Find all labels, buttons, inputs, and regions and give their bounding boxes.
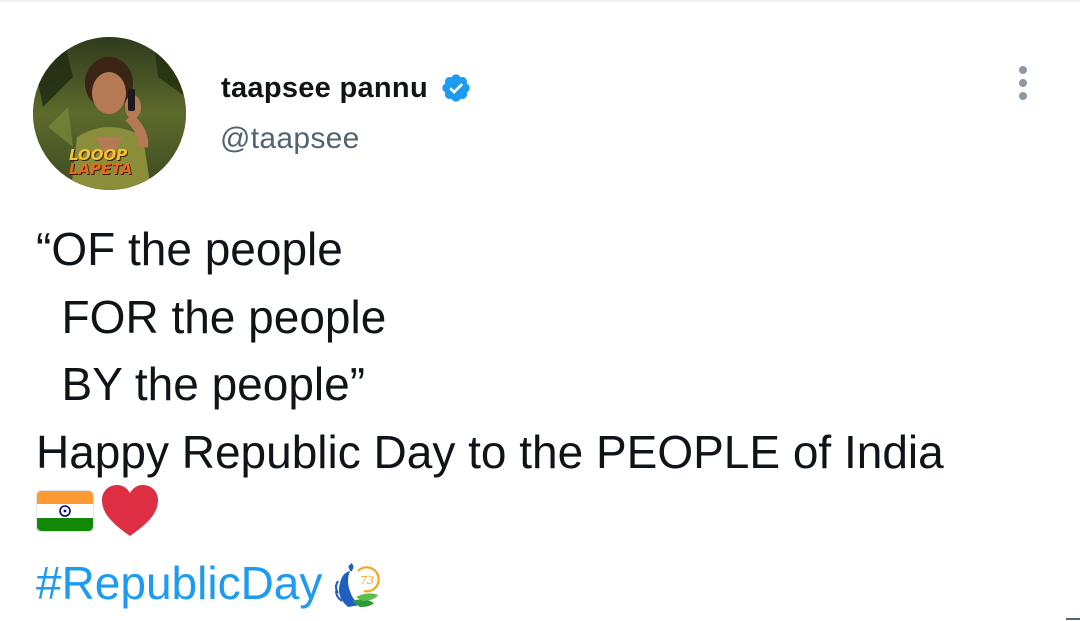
author-avatar[interactable]: LOOOP LAPETA (33, 37, 186, 190)
poster-title-line2: LAPETA (69, 160, 133, 178)
red-heart-icon (100, 484, 160, 543)
tweet-hashtag-line: #RepublicDay 73 (36, 552, 382, 614)
tweet-line: “OF the people (36, 223, 343, 275)
more-dot (1019, 66, 1027, 74)
tweet-line: BY the people” (36, 358, 366, 410)
tweet-emoji-line (36, 484, 160, 543)
author-display-name[interactable]: taapsee pannu (221, 72, 428, 105)
peacock-73-icon: 73 (330, 557, 382, 609)
more-dot (1019, 92, 1027, 100)
corner-mark (1066, 618, 1080, 620)
more-dot (1019, 79, 1027, 87)
avatar-poster-title: LOOOP LAPETA (69, 148, 133, 178)
hashtag-link[interactable]: #RepublicDay (36, 556, 322, 610)
more-options-icon[interactable] (1005, 60, 1041, 106)
top-divider (0, 0, 1080, 2)
author-handle[interactable]: @taapsee (220, 122, 360, 156)
india-flag-icon (36, 489, 94, 537)
tweet-text: “OF the people FOR the people BY the peo… (36, 216, 944, 486)
tweet-line: Happy Republic Day to the PEOPLE of Indi… (36, 425, 944, 478)
peacock-badge-number: 73 (360, 574, 374, 587)
tweet-line: FOR the people (36, 290, 387, 343)
author-name-row: taapsee pannu (221, 66, 472, 110)
verified-badge-icon (440, 72, 472, 104)
